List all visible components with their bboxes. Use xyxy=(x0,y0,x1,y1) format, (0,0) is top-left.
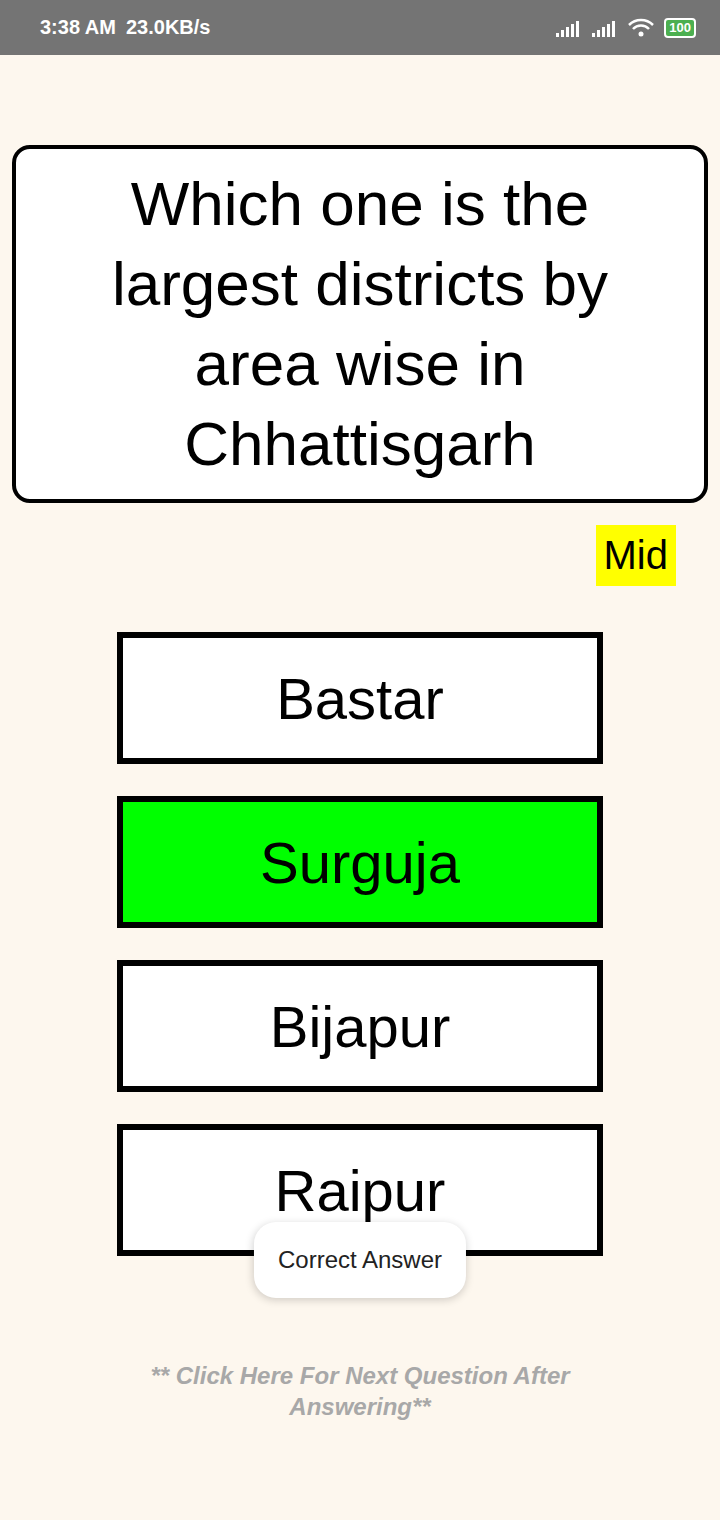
option-button[interactable]: Bijapur xyxy=(117,960,603,1092)
next-question-link[interactable]: ** Click Here For Next Question After An… xyxy=(130,1360,590,1422)
question-box: Which one is the largest districts by ar… xyxy=(12,145,708,503)
signal-icon xyxy=(556,19,582,37)
signal-icon xyxy=(592,19,618,37)
status-bar: 3:38 AM 23.0KB/s 100 xyxy=(0,0,720,55)
net-speed: 23.0KB/s xyxy=(126,16,211,39)
option-button[interactable]: Surguja xyxy=(117,796,603,928)
wifi-icon xyxy=(628,18,654,38)
options-list: BastarSurgujaBijapurRaipur xyxy=(0,632,720,1256)
toast: Correct Answer xyxy=(254,1222,466,1298)
option-button[interactable]: Bastar xyxy=(117,632,603,764)
time: 3:38 AM xyxy=(40,16,116,39)
quiz-screen: 3:38 AM 23.0KB/s 100 Which one is the large… xyxy=(0,0,720,1520)
battery-icon: 100 xyxy=(664,18,696,38)
difficulty-badge: Mid xyxy=(596,525,676,586)
